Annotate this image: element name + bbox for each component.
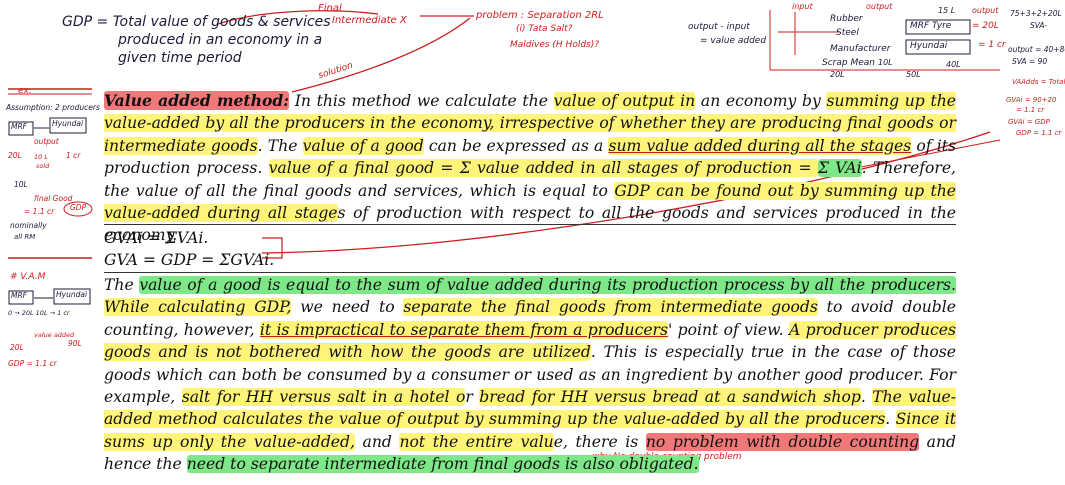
p2-seg-05: we need to (291, 298, 404, 317)
flow-scrap: Scrap Mean (822, 58, 875, 68)
margin-output: output (34, 137, 59, 146)
flow-calc-line4: SVA = 90 (1012, 57, 1048, 66)
p2-seg-17: . (885, 410, 896, 429)
flow-value-15l: 15 L (938, 6, 956, 15)
flow-calc-line1: 75+3+2+20L (1010, 9, 1062, 18)
p2-seg-01: The (104, 276, 140, 294)
problem-note-line3: Maldives (H Holds)? (510, 40, 600, 50)
flow-value-40l: 40L (946, 60, 961, 69)
margin-final-good: final Good (34, 194, 73, 203)
p2-seg-04: While calculating GDP, (104, 298, 292, 317)
margin-20l-2: 20L (10, 343, 24, 352)
p2-seg-24: need to separate intermediate from final… (186, 455, 699, 474)
rule-after-paragraph1 (104, 224, 956, 225)
flow-manufacturer: Manufacturer (830, 44, 891, 54)
margin-10l-b: 10L (14, 180, 28, 189)
flow-output-small: output (972, 6, 999, 15)
flow-steel: Steel (836, 28, 859, 38)
flow-value-50l: 50L (906, 70, 921, 79)
intermediate-note: Intermediate X (332, 15, 407, 26)
flow-value-20l: 20L (830, 70, 845, 79)
p2-seg-22: no problem with double counting (645, 432, 920, 451)
margin-hyundai-2: Hyundai (56, 290, 88, 299)
flow-value-10l: 10L (878, 58, 893, 67)
p1-seg-04: an economy by (695, 92, 827, 110)
margin-1cr: 1 cr (66, 151, 81, 160)
margin-all: all RM (14, 233, 36, 241)
output-input-note-line1: output - input (688, 22, 750, 32)
p2-seg-08: it is impractical to separate them from … (259, 320, 669, 339)
formula-gvai: GVAi = ΣVAi. (104, 229, 209, 247)
problem-note-line2: (i) Tata Salt? (516, 24, 573, 34)
flow-hyundai: Hyundai (910, 41, 948, 51)
flow-calc-line3: output = 40+80+20 (1008, 45, 1065, 54)
final-note: Final (318, 3, 342, 14)
p2-seg-09: ' point of view. (668, 320, 789, 339)
margin-hyundai-1: Hyundai (52, 119, 84, 128)
p1-seg-03: value of output in (553, 92, 696, 110)
p1-seg-07: value of a good (302, 136, 424, 155)
formula-gva-gdp: GVA = GDP = ΣGVAi. (104, 251, 275, 269)
p2-seg-12: salt for HH versus salt in a hotel o (181, 388, 466, 407)
flow-calc-line2: SVA- (1030, 21, 1048, 30)
margin-nominally: nominally (10, 221, 47, 230)
flow-output-label: output (866, 2, 893, 11)
margin-ex: ex: (18, 86, 32, 96)
output-input-note-line2: = value added (700, 36, 767, 46)
right-note-line5: GDP = 1.1 cr (1016, 129, 1062, 137)
p2-seg-20: not the entire valu (399, 432, 554, 451)
flow-value-1cr: = 1 cr (978, 40, 1006, 50)
flow-mrf-value: = 20L (972, 21, 999, 31)
right-note-line4: GVAi = GDP (1008, 118, 1050, 126)
margin-mrf-1: MRF (11, 122, 27, 131)
p2-seg-19: and (354, 432, 400, 451)
paragraph-double-counting: The value of a good is equal to the sum … (104, 274, 956, 476)
margin-mrf-2: MRF (11, 291, 27, 300)
p1-seg-11: value of a final good = Σ value added in… (268, 159, 818, 178)
margin-20l: 20L (8, 151, 22, 160)
p2-seg-14: bread for HH versus bread at a sandwich … (479, 388, 861, 407)
right-note-line2: GVAi = 90+20 (1006, 96, 1057, 104)
right-note-line1: VAAdds = Total (1012, 78, 1065, 86)
p2-seg-15: . (860, 388, 873, 407)
gdp-definition-line3: given time period (118, 50, 242, 66)
p2-seg-02: value of a good is equal to the sum of v… (139, 276, 956, 294)
margin-gdp: GDP (70, 203, 87, 212)
p1-seg-02: In this method we calculate the (289, 92, 554, 110)
margin-10l: 10 L (34, 153, 48, 161)
gdp-definition-line1: GDP = Total value of goods & services (62, 14, 331, 30)
p2-seg-13: r (465, 388, 480, 407)
heading-value-added-method: Value added method: (104, 91, 290, 110)
annotated-document-page: GDP = Total value of goods & services pr… (0, 0, 1065, 485)
problem-note-line1: problem : Separation 2RL (476, 10, 604, 21)
flow-rubber: Rubber (830, 14, 863, 24)
flow-mrf-tyre: MRF Tyre (910, 21, 952, 31)
gdp-definition-line2: produced in an economy in a (118, 32, 323, 48)
p1-seg-08: can be expressed as a (423, 136, 609, 155)
p2-seg-21: e, there is (553, 432, 646, 451)
margin-gdp-total: GDP = 1.1 cr (8, 359, 57, 368)
margin-equals-1cr: = 1.1 cr (24, 207, 55, 216)
margin-vam: # V.A.M (10, 272, 46, 282)
margin-90l: 90L (68, 339, 82, 348)
p1-seg-09: sum value added during all the stages (608, 136, 912, 155)
p1-seg-06: . The (257, 136, 303, 155)
margin-sold: sold (36, 162, 50, 170)
rule-after-formulas (104, 272, 956, 273)
p1-seg-12: Σ VAi (817, 159, 862, 178)
right-note-line3: = 1.1 cr (1016, 106, 1045, 114)
flow-input-label: input (792, 2, 813, 11)
margin-flow-line: 0 → 20L 10L → 1 cr (8, 309, 70, 317)
p2-seg-06: separate the final goods from intermedia… (403, 298, 818, 317)
margin-assumption: Assumption: 2 producers (6, 103, 100, 112)
